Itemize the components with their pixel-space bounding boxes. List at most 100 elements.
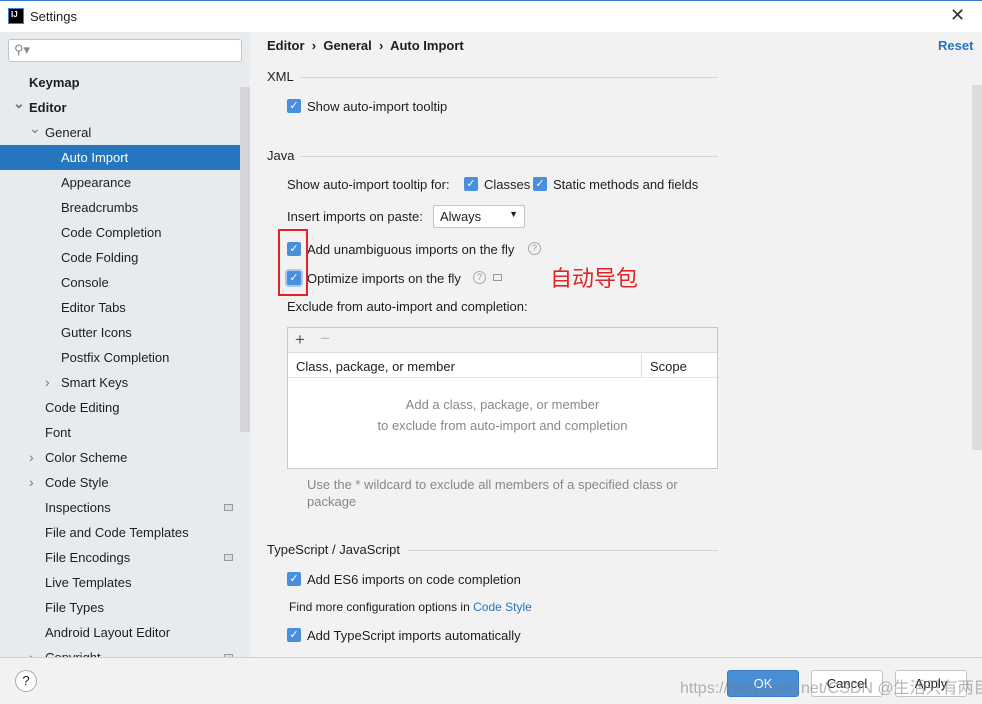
remove-icon[interactable]: − [320,329,330,349]
sidebar-item[interactable]: Code Editing [0,395,240,420]
sidebar-item-label: File Encodings [45,550,131,565]
footer: ? OK Cancel Apply https://blog.csdn.net/… [0,657,982,704]
chevron-right-icon[interactable]: › [29,445,34,470]
static-methods-checkbox[interactable]: ✓ [533,177,547,191]
divider [300,156,718,157]
highlight-box [278,229,308,296]
column-header[interactable]: Scope [650,359,687,374]
chevron-down-icon: ▼ [509,209,518,219]
sidebar-item-label: Appearance [61,175,132,190]
main-scrollbar[interactable] [972,85,982,450]
sidebar-item-label: Copyright [45,645,101,657]
sidebar-item-label: Font [45,425,72,440]
sidebar-item-label: File Types [45,600,105,615]
help-icon[interactable]: ? [473,271,486,284]
sidebar-item[interactable]: Gutter Icons [0,320,240,345]
project-scope-icon [224,554,233,561]
hint-text: Use the * wildcard to exclude all member… [307,477,678,509]
sidebar-item[interactable]: Font [0,420,240,445]
exclude-label: Exclude from auto-import and completion: [287,299,528,314]
chevron-right-icon[interactable]: › [29,470,34,495]
ts-auto-checkbox[interactable]: ✓ [287,628,301,642]
sidebar-item-label: Android Layout Editor [45,625,171,640]
section-java: Java [267,148,295,163]
window-title: Settings [30,9,77,24]
sidebar-item[interactable]: Android Layout Editor [0,620,240,645]
sidebar-item-label: Live Templates [45,575,132,590]
sidebar: ⚲▾ Keymap ⌄ Editor ⌄ General Auto Import Appea… [0,32,250,657]
help-button[interactable]: ? [15,670,37,692]
help-icon[interactable]: ? [528,242,541,255]
sidebar-item[interactable]: › Code Style [0,470,240,495]
checkbox-label: Static methods and fields [553,177,699,192]
checkbox-label: Classes [484,177,531,192]
chevron-right-icon[interactable]: › [29,645,34,657]
empty-text: to exclude from auto-import and completi… [377,418,628,433]
section-xml: XML [267,69,294,84]
sidebar-item[interactable]: File and Code Templates [0,520,240,545]
chevron-down-icon[interactable]: ⌄ [29,116,41,141]
empty-text: Add a class, package, or member [405,397,600,412]
code-style-link[interactable]: Code Style [473,600,532,614]
sidebar-item[interactable]: Inspections [0,495,240,520]
sidebar-item-label: Keymap [29,75,80,90]
sidebar-item[interactable]: File Encodings [0,545,240,570]
divider [408,550,718,551]
watermark: https://blog.csdn.net/CSDN @生活只有两目 [680,680,982,697]
sidebar-item-label: Code Completion [61,225,162,240]
app-logo: IJ [8,8,24,24]
sidebar-item[interactable]: › Copyright [0,645,240,657]
divider [288,377,717,378]
sidebar-item[interactable]: Auto Import [0,145,250,170]
sidebar-item-label: Inspections [45,500,111,515]
reset-link[interactable]: Reset [938,38,973,53]
sidebar-item-label: Smart Keys [61,375,129,390]
table-toolbar: + − [288,328,717,353]
column-header[interactable]: Class, package, or member [296,359,455,374]
close-icon[interactable]: ✕ [950,5,965,26]
sidebar-item[interactable]: Postfix Completion [0,345,240,370]
paste-value: Always [440,209,482,224]
sidebar-item-label: Code Editing [45,400,120,415]
sidebar-item[interactable]: Live Templates [0,570,240,595]
checkbox-label: Optimize imports on the fly [307,271,461,286]
breadcrumb-item: Auto Import [390,38,464,53]
sidebar-item[interactable]: Console [0,270,240,295]
sidebar-item[interactable]: Code Folding [0,245,240,270]
settings-scope-icon [493,274,502,281]
xml-tooltip-checkbox[interactable]: ✓ [287,99,301,113]
sidebar-item[interactable]: Editor Tabs [0,295,240,320]
sidebar-item[interactable]: Code Completion [0,220,240,245]
es6-checkbox[interactable]: ✓ [287,572,301,586]
divider [300,77,718,78]
title-bar: IJ Settings ✕ [0,0,982,32]
checkbox-label: Add ES6 imports on code completion [307,572,521,587]
chevron-down-icon[interactable]: ⌄ [13,91,25,116]
sidebar-item[interactable]: Keymap [0,70,240,95]
sidebar-item-label: Code Style [45,475,109,490]
sidebar-item-label: Gutter Icons [61,325,132,340]
more-text: Find more configuration options in [289,600,474,614]
sidebar-item[interactable]: Appearance [0,170,240,195]
sidebar-item[interactable]: File Types [0,595,240,620]
sidebar-item[interactable]: › Color Scheme [0,445,240,470]
breadcrumb-item[interactable]: General [323,38,371,53]
breadcrumb: Editor › General › Auto Import [267,38,464,53]
sidebar-item-label: File and Code Templates [45,525,189,540]
chevron-right-icon[interactable]: › [45,370,50,395]
add-icon[interactable]: + [295,330,305,350]
section-ts: TypeScript / JavaScript [267,542,400,557]
checkbox-label: Show auto-import tooltip [307,99,448,114]
sidebar-item[interactable]: ⌄ General [0,120,240,145]
sidebar-scrollbar[interactable] [240,87,250,432]
sidebar-item[interactable]: Breadcrumbs [0,195,240,220]
search-input[interactable]: ⚲▾ [8,39,242,62]
checkbox-label: Add unambiguous imports on the fly [307,242,515,257]
exclude-table: + − Class, package, or member Scope Add … [287,327,718,469]
sidebar-item-label: Code Folding [61,250,139,265]
sidebar-item[interactable]: › Smart Keys [0,370,240,395]
paste-dropdown[interactable]: Always ▼ [433,205,525,228]
sidebar-item-label: General [45,125,92,140]
breadcrumb-item[interactable]: Editor [267,38,305,53]
classes-checkbox[interactable]: ✓ [464,177,478,191]
